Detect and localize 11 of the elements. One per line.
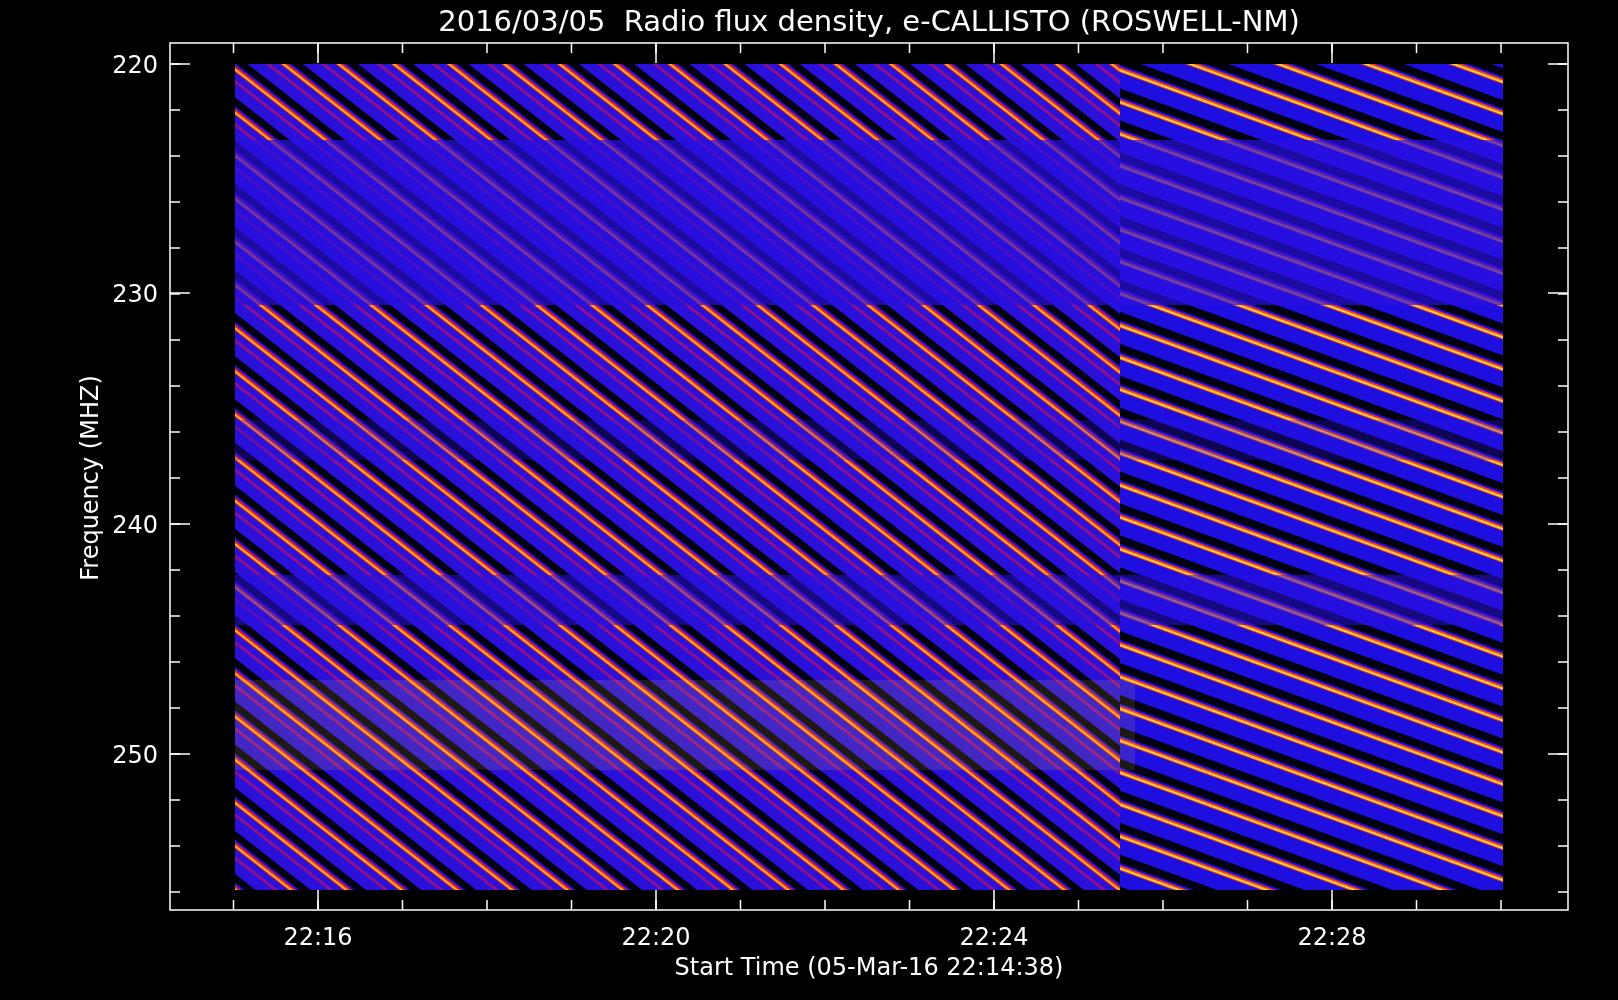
axis-title: Frequency (MHZ) xyxy=(76,375,104,581)
axis-tick-label: 22:24 xyxy=(959,923,1029,951)
axis-tick-label: 22:16 xyxy=(283,923,353,951)
axis-tick-label: 220 xyxy=(112,51,158,79)
axis-tick-label: 240 xyxy=(112,511,158,539)
axis-tick-label: 22:28 xyxy=(1297,923,1367,951)
axis-tick-label: 22:20 xyxy=(621,923,691,951)
axis-title: Start Time (05-Mar-16 22:14:38) xyxy=(674,953,1064,981)
axis-tick-label: 250 xyxy=(112,741,158,769)
plot-title: 2016/03/05 Radio flux density, e-CALLISTO (ROSWELL-NM) xyxy=(438,4,1300,38)
axis-tick-label: 230 xyxy=(112,280,158,308)
